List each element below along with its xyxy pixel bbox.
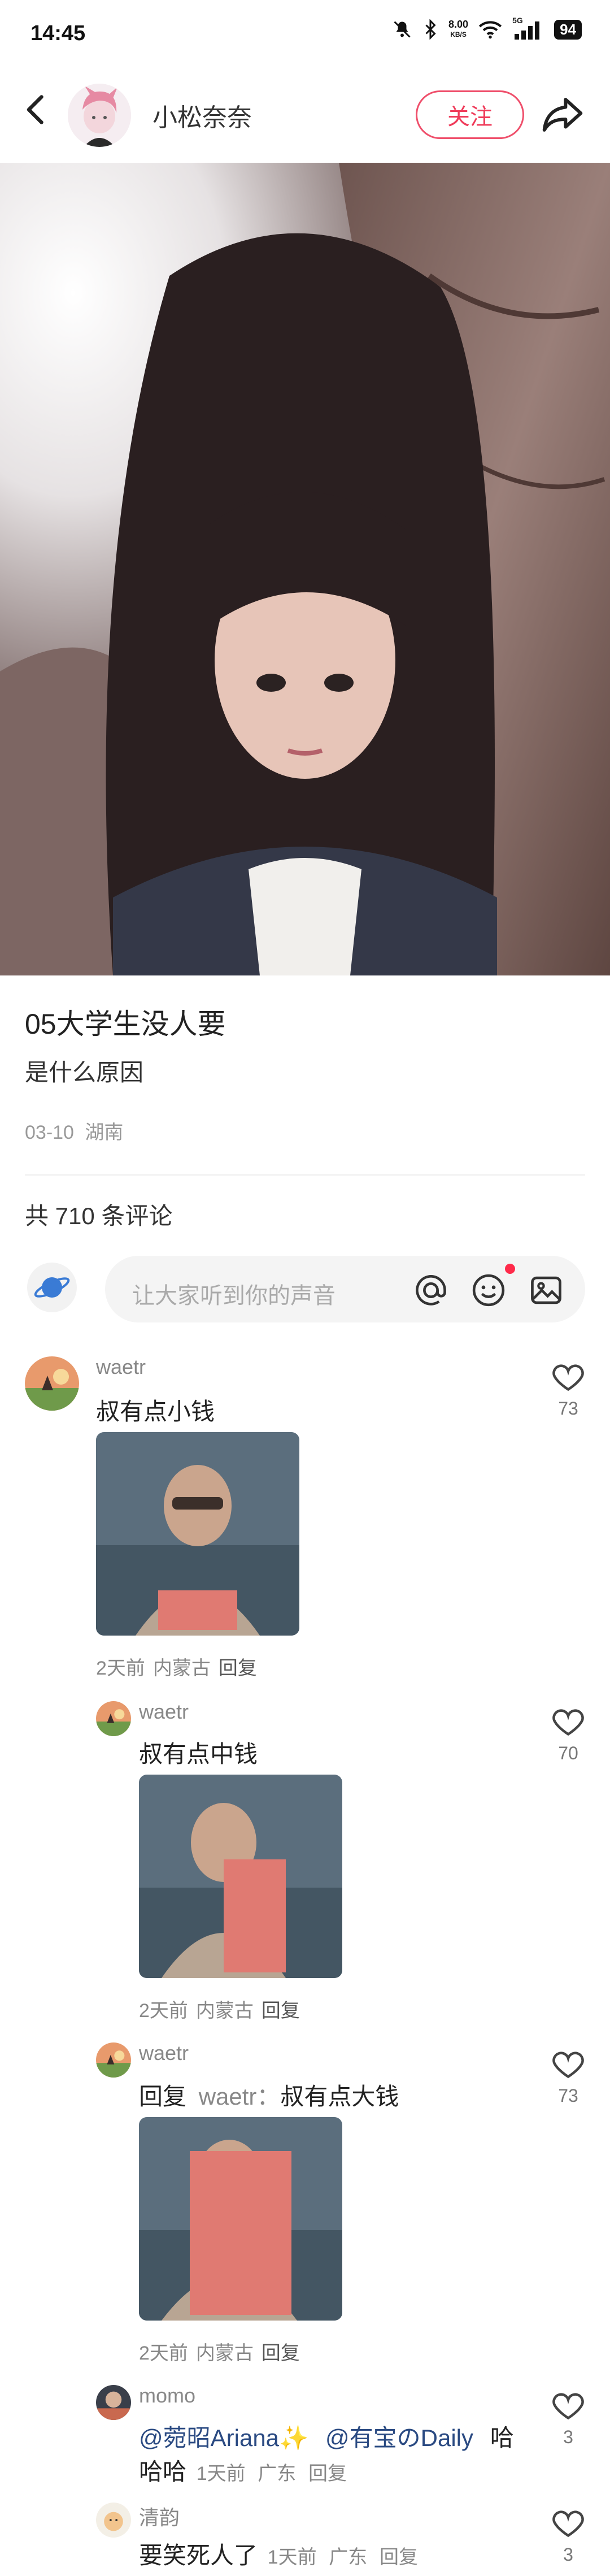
- author-name[interactable]: 小松奈奈: [152, 97, 252, 133]
- comment-text-end: 哈: [490, 2425, 514, 2451]
- comment-text: 叔有点中钱: [139, 1741, 258, 1767]
- network-speed: 8.00 KB/S: [448, 19, 468, 40]
- like-icon[interactable]: [551, 2048, 585, 2080]
- battery-level: 94: [554, 19, 582, 40]
- comment-meta: 2天前 内蒙古 回复: [139, 2338, 308, 2365]
- avatar-image: [96, 2042, 131, 2078]
- bluetooth-icon: [425, 19, 436, 40]
- divider: [25, 1174, 585, 1176]
- like-count: 3: [563, 2427, 573, 2447]
- reply-button[interactable]: 回复: [219, 1658, 257, 1679]
- comment-photo: [139, 1775, 342, 1978]
- like-icon[interactable]: [551, 1706, 585, 1737]
- post-title: 05大学生没人要: [25, 1008, 226, 1040]
- comment-photo: [96, 1432, 299, 1636]
- image-icon[interactable]: [529, 1273, 564, 1308]
- share-icon[interactable]: [541, 95, 584, 135]
- follow-button[interactable]: 关注: [416, 90, 524, 139]
- comment-text-continued: 哈哈: [139, 2458, 187, 2485]
- comment-location: 内蒙古: [195, 2343, 254, 2364]
- post-meta: 03-10 湖南: [25, 1117, 123, 1144]
- speed-value: 8.00: [448, 19, 469, 30]
- comment-text: 叔有点小钱: [96, 1398, 215, 1425]
- comment-avatar[interactable]: [25, 1356, 79, 1411]
- reply-prefix: 回复: [139, 2083, 187, 2110]
- comment-text-line2: 哈哈 1天前 广东 回复: [139, 2453, 347, 2487]
- avatar-image: [96, 2385, 131, 2420]
- comment-image[interactable]: [96, 1432, 299, 1636]
- post-location: 湖南: [85, 1122, 124, 1143]
- author-avatar[interactable]: [68, 84, 131, 147]
- comment-avatar[interactable]: [96, 1701, 131, 1736]
- back-icon[interactable]: [20, 93, 54, 127]
- comment-username[interactable]: waetr: [96, 1355, 146, 1379]
- reply-button[interactable]: 回复: [262, 2343, 300, 2364]
- comment-location: 广东: [258, 2463, 297, 2484]
- comment-input[interactable]: 让大家听到你的声音: [105, 1256, 585, 1322]
- comment-image[interactable]: [139, 2117, 342, 2321]
- like-icon[interactable]: [551, 2507, 585, 2539]
- comment-avatar[interactable]: [96, 2385, 131, 2420]
- post-body: 是什么原因: [25, 1059, 144, 1086]
- avatar-image: [96, 2503, 131, 2538]
- comment-time: 2天前: [139, 2343, 188, 2364]
- my-avatar[interactable]: [27, 1263, 77, 1312]
- mute-icon: [394, 21, 411, 38]
- emoji-icon[interactable]: [471, 1273, 506, 1308]
- like-count: 3: [563, 2544, 573, 2565]
- like-count: 73: [558, 2085, 578, 2106]
- speed-unit: KB/S: [450, 31, 467, 38]
- comment-image[interactable]: [139, 1775, 342, 1978]
- comment-avatar[interactable]: [96, 2042, 131, 2078]
- mention-icon[interactable]: [413, 1273, 448, 1308]
- comment-time: 2天前: [96, 1658, 145, 1679]
- reply-to-user[interactable]: waetr：: [199, 2083, 281, 2110]
- network-type: 5G: [512, 16, 523, 25]
- comment-meta: 2天前 内蒙古 回复: [96, 1653, 265, 1680]
- reply-button[interactable]: 回复: [262, 2000, 300, 2022]
- planet-icon: [34, 1277, 70, 1298]
- post-date: 03-10: [25, 1122, 74, 1143]
- cellular-signal: 5G: [512, 16, 544, 40]
- like-icon[interactable]: [551, 1361, 585, 1393]
- avatar-image: [25, 1356, 79, 1411]
- mention-link[interactable]: @有宝のDaily: [325, 2425, 473, 2451]
- reply-button[interactable]: 回复: [308, 2463, 347, 2484]
- post-photo[interactable]: [0, 163, 610, 975]
- comment-time: 2天前: [139, 2000, 188, 2022]
- wifi-icon: [478, 21, 502, 39]
- avatar-image: [96, 1701, 131, 1736]
- comment-avatar[interactable]: [96, 2503, 131, 2538]
- like-count: 70: [558, 1743, 578, 1763]
- comment-username[interactable]: waetr: [139, 1700, 189, 1724]
- comment-username[interactable]: momo: [139, 2384, 195, 2408]
- comment-location: 内蒙古: [195, 2000, 254, 2022]
- reply-button[interactable]: 回复: [380, 2547, 418, 2568]
- comment-count: 共 710 条评论: [25, 1203, 173, 1229]
- status-bar: 14:45 8.00 KB/S 5G 94: [0, 0, 610, 68]
- comment-time: 1天前: [267, 2547, 317, 2568]
- comment-time: 1天前: [196, 2463, 246, 2484]
- comment-location: 广东: [329, 2547, 368, 2568]
- comment-meta: 2天前 内蒙古 回复: [139, 1995, 308, 2023]
- comment-text: 回复 waetr：叔有点大钱: [139, 2078, 399, 2112]
- comment-username[interactable]: 清韵: [139, 2501, 180, 2531]
- like-icon[interactable]: [551, 2389, 585, 2421]
- notification-dot: [505, 1264, 515, 1274]
- reply-body: 叔有点大钱: [280, 2083, 399, 2110]
- mention-link[interactable]: @菀昭Ariana✨: [139, 2425, 308, 2451]
- comment-text: @菀昭Ariana✨ @有宝のDaily 哈: [139, 2419, 514, 2453]
- status-icons: 8.00 KB/S 5G 94: [392, 16, 582, 40]
- comment-text: 要笑死人了 1天前 广东 回复: [139, 2536, 418, 2571]
- author-avatar-image: [68, 84, 131, 147]
- comment-text-body: 要笑死人了: [139, 2542, 258, 2569]
- post-photo-illustration: [0, 163, 610, 975]
- like-count: 73: [558, 1398, 578, 1419]
- comment-location: 内蒙古: [152, 1658, 211, 1679]
- status-time: 14:45: [30, 21, 86, 45]
- comment-username[interactable]: waetr: [139, 2041, 189, 2065]
- comment-placeholder: 让大家听到你的声音: [132, 1283, 336, 1308]
- comment-photo: [139, 2117, 342, 2321]
